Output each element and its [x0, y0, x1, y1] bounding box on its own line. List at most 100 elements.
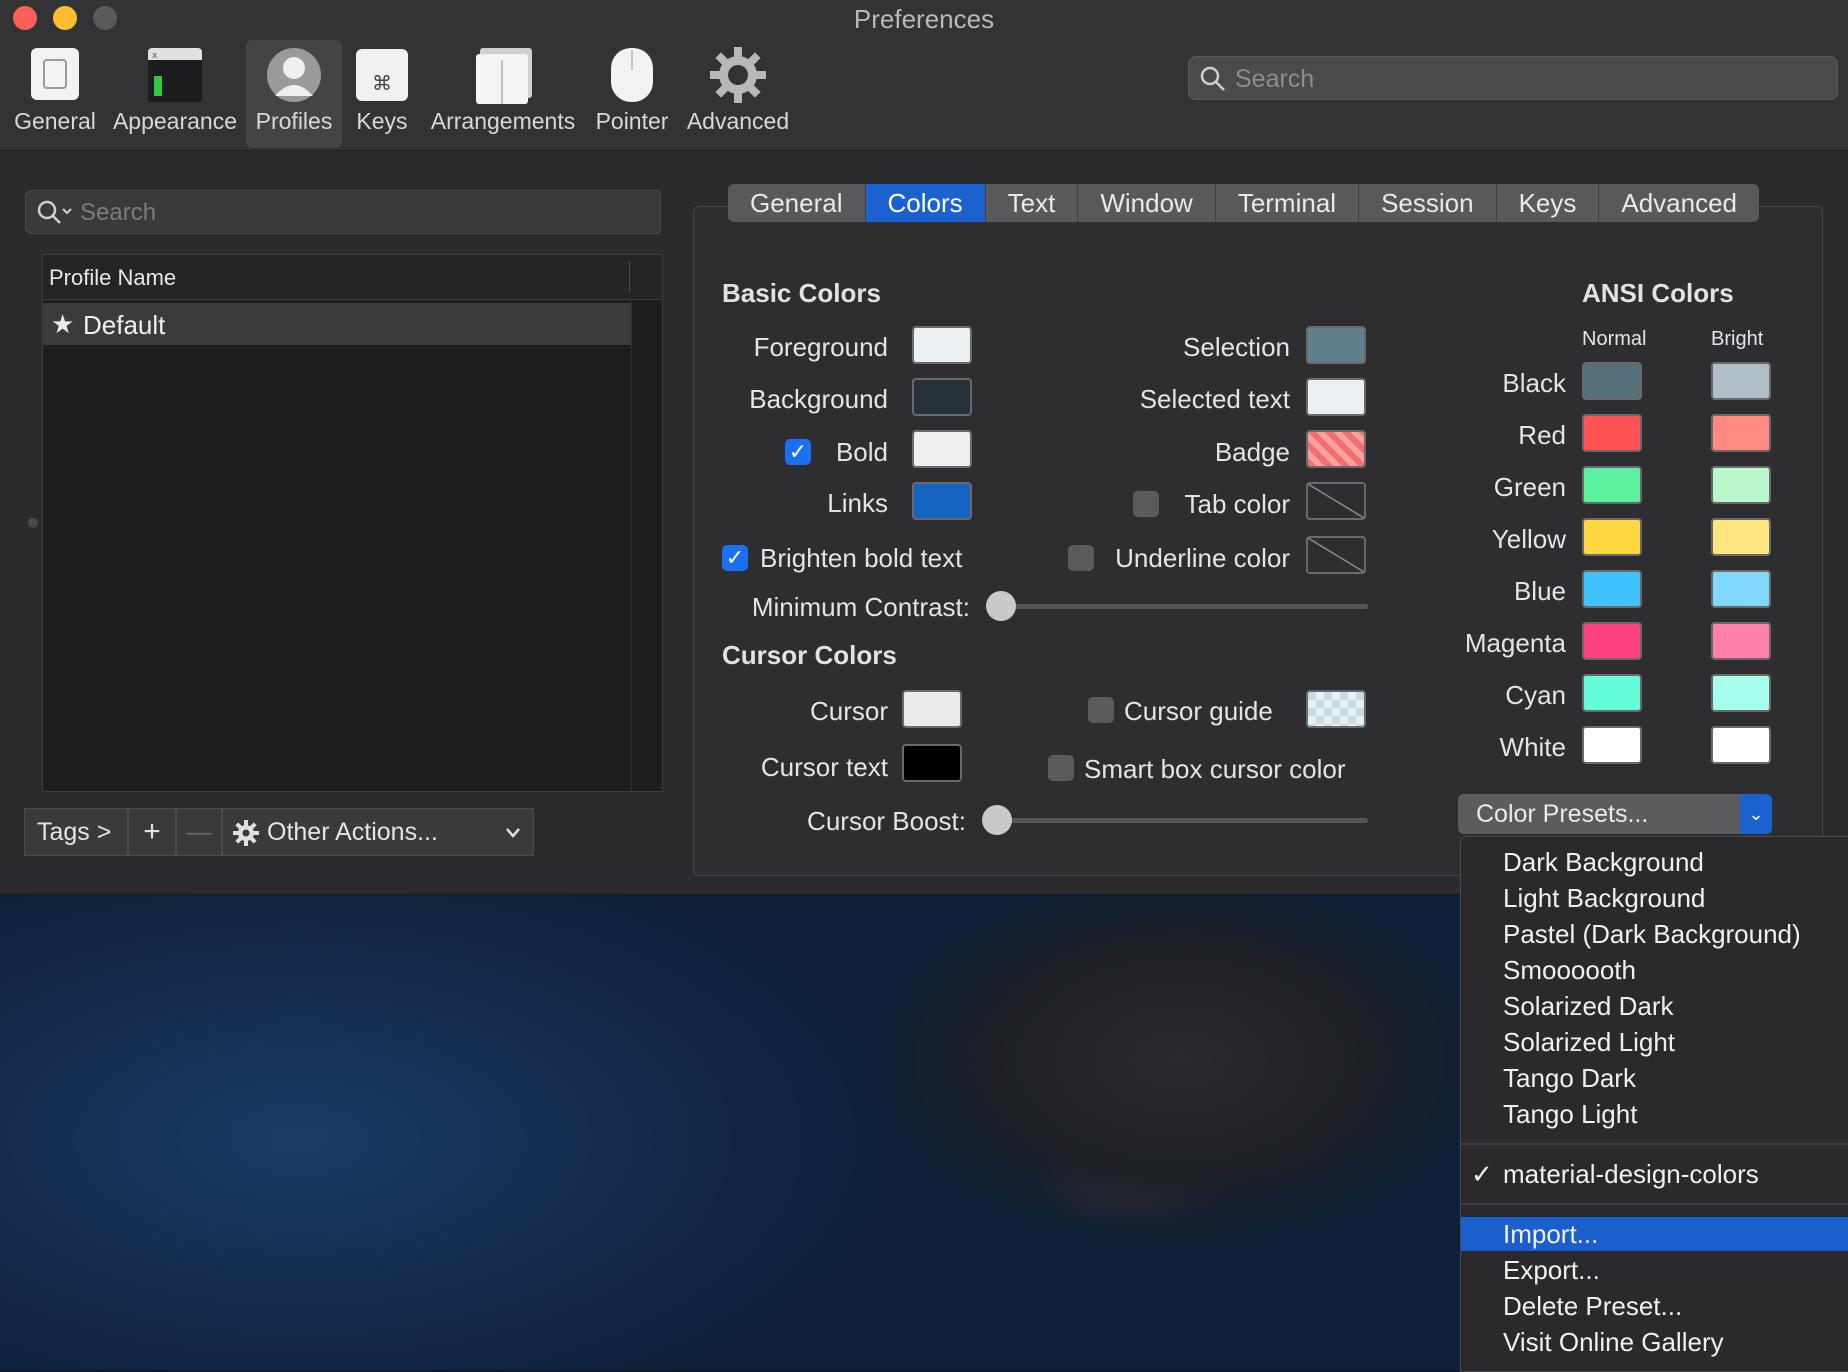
- tab-advanced[interactable]: Advanced: [1599, 184, 1760, 222]
- menu-item-material-design-colors[interactable]: ✓ material-design-colors: [1461, 1157, 1848, 1191]
- underline-color-checkbox[interactable]: [1068, 545, 1094, 571]
- brighten-bold-label: Brighten bold text: [760, 543, 963, 573]
- svg-text:⌘: ⌘: [372, 71, 392, 95]
- cursor-boost-label: Cursor Boost:: [807, 806, 966, 836]
- tab-terminal[interactable]: Terminal: [1215, 184, 1360, 222]
- cursor-guide-checkbox[interactable]: [1088, 697, 1114, 723]
- menu-item-label: Delete Preset...: [1503, 1291, 1683, 1321]
- selection-color-well[interactable]: [1306, 326, 1366, 364]
- toolbar-pointer[interactable]: Pointer: [590, 40, 674, 148]
- tags-button[interactable]: Tags >: [24, 808, 128, 856]
- color-presets-menu: Dark Background Light Background Pastel …: [1460, 836, 1848, 1372]
- menu-item-label: Import...: [1503, 1219, 1599, 1249]
- color-presets-dropdown[interactable]: Color Presets... ⌄: [1458, 794, 1772, 834]
- tab-text[interactable]: Text: [985, 184, 1079, 222]
- menu-item-label: Tango Light: [1503, 1099, 1638, 1129]
- menu-item-dark-background[interactable]: Dark Background: [1461, 845, 1848, 879]
- toolbar-label: Appearance: [112, 108, 238, 134]
- menu-item-label: Tango Dark: [1503, 1063, 1636, 1093]
- bold-label: Bold: [835, 437, 888, 467]
- menu-item-pastel[interactable]: Pastel (Dark Background): [1461, 917, 1848, 951]
- tab-color-checkbox[interactable]: [1133, 491, 1159, 517]
- toolbar-appearance[interactable]: x Appearance: [110, 40, 240, 148]
- remove-profile-button[interactable]: —: [176, 808, 222, 856]
- add-profile-button[interactable]: +: [128, 808, 176, 856]
- toolbar-label: Arrangements: [430, 108, 576, 134]
- cursor-guide-color-well[interactable]: [1306, 690, 1366, 728]
- badge-color-well[interactable]: [1306, 430, 1366, 468]
- list-scrollbar[interactable]: [631, 299, 662, 791]
- ansi-magenta-bright-well[interactable]: [1711, 622, 1771, 660]
- tab-colors[interactable]: Colors: [865, 184, 986, 222]
- ansi-green-normal-well[interactable]: [1582, 466, 1642, 504]
- ansi-blue-normal-well[interactable]: [1582, 570, 1642, 608]
- ansi-label-green: Green: [1493, 472, 1566, 502]
- toolbar-keys[interactable]: ⌘ Keys: [348, 40, 416, 148]
- ansi-green-bright-well[interactable]: [1711, 466, 1771, 504]
- profile-list-header[interactable]: Profile Name: [43, 255, 662, 300]
- ansi-white-normal-well[interactable]: [1582, 726, 1642, 764]
- tab-general[interactable]: General: [728, 184, 866, 222]
- menu-item-tango-dark[interactable]: Tango Dark: [1461, 1061, 1848, 1095]
- search-icon: [37, 200, 72, 224]
- tab-keys[interactable]: Keys: [1496, 184, 1600, 222]
- chevron-down-icon: [506, 828, 520, 838]
- minimum-contrast-knob[interactable]: [986, 591, 1016, 621]
- toolbar-arrangements[interactable]: Arrangements: [428, 40, 578, 148]
- tab-window[interactable]: Window: [1078, 184, 1216, 222]
- cursor-text-label: Cursor text: [760, 752, 888, 782]
- ansi-black-normal-well[interactable]: [1582, 362, 1642, 400]
- toolbar-advanced[interactable]: Advanced: [684, 40, 792, 148]
- cursor-text-color-well[interactable]: [902, 744, 962, 782]
- selected-text-color-well[interactable]: [1306, 378, 1366, 416]
- bold-checkbox[interactable]: ✓: [785, 439, 811, 465]
- menu-item-tango-light[interactable]: Tango Light: [1461, 1097, 1848, 1131]
- selection-label: Selection: [1183, 332, 1290, 362]
- gear-icon: [233, 820, 259, 846]
- selected-text-label: Selected text: [1139, 384, 1290, 414]
- profile-list: Profile Name ★ Default: [42, 254, 663, 792]
- other-actions-dropdown[interactable]: Other Actions...: [222, 808, 534, 856]
- search-icon: [1200, 66, 1225, 91]
- ansi-yellow-normal-well[interactable]: [1582, 518, 1642, 556]
- cursor-boost-knob[interactable]: [982, 805, 1012, 835]
- menu-item-light-background[interactable]: Light Background: [1461, 881, 1848, 915]
- menu-item-visit-online-gallery[interactable]: Visit Online Gallery: [1461, 1325, 1848, 1359]
- foreground-color-well[interactable]: [912, 326, 972, 364]
- toolbar-profiles[interactable]: Profiles: [246, 40, 342, 148]
- ansi-red-bright-well[interactable]: [1711, 414, 1771, 452]
- ansi-cyan-normal-well[interactable]: [1582, 674, 1642, 712]
- bold-color-well[interactable]: [912, 430, 972, 468]
- brighten-bold-checkbox[interactable]: ✓: [722, 545, 748, 571]
- background-color-well[interactable]: [912, 378, 972, 416]
- tags-label: Tags >: [37, 818, 112, 846]
- underline-color-well[interactable]: [1306, 536, 1366, 574]
- toolbar-label: Advanced: [686, 108, 790, 134]
- tab-color-well[interactable]: [1306, 482, 1366, 520]
- ansi-magenta-normal-well[interactable]: [1582, 622, 1642, 660]
- menu-item-smoooooth[interactable]: Smoooooth: [1461, 953, 1848, 987]
- ansi-cyan-bright-well[interactable]: [1711, 674, 1771, 712]
- links-color-well[interactable]: [912, 482, 972, 520]
- tab-session[interactable]: Session: [1359, 184, 1497, 222]
- smart-box-checkbox[interactable]: [1048, 755, 1074, 781]
- ansi-red-normal-well[interactable]: [1582, 414, 1642, 452]
- menu-item-solarized-dark[interactable]: Solarized Dark: [1461, 989, 1848, 1023]
- minimum-contrast-slider[interactable]: [988, 604, 1368, 609]
- ansi-yellow-bright-well[interactable]: [1711, 518, 1771, 556]
- cursor-color-well[interactable]: [902, 690, 962, 728]
- ansi-blue-bright-well[interactable]: [1711, 570, 1771, 608]
- ansi-white-bright-well[interactable]: [1711, 726, 1771, 764]
- profile-row-default[interactable]: ★ Default: [43, 303, 631, 345]
- toolbar-general[interactable]: General: [10, 40, 100, 148]
- menu-item-import[interactable]: Import...: [1461, 1217, 1848, 1251]
- profile-search-input[interactable]: Search: [25, 190, 661, 234]
- ansi-black-bright-well[interactable]: [1711, 362, 1771, 400]
- split-handle[interactable]: [28, 518, 38, 528]
- menu-item-solarized-light[interactable]: Solarized Light: [1461, 1025, 1848, 1059]
- cursor-boost-slider[interactable]: [984, 818, 1368, 823]
- preferences-search-input[interactable]: Search: [1188, 56, 1838, 100]
- menu-item-delete-preset[interactable]: Delete Preset...: [1461, 1289, 1848, 1323]
- menu-item-export[interactable]: Export...: [1461, 1253, 1848, 1287]
- menu-item-label: material-design-colors: [1503, 1159, 1759, 1189]
